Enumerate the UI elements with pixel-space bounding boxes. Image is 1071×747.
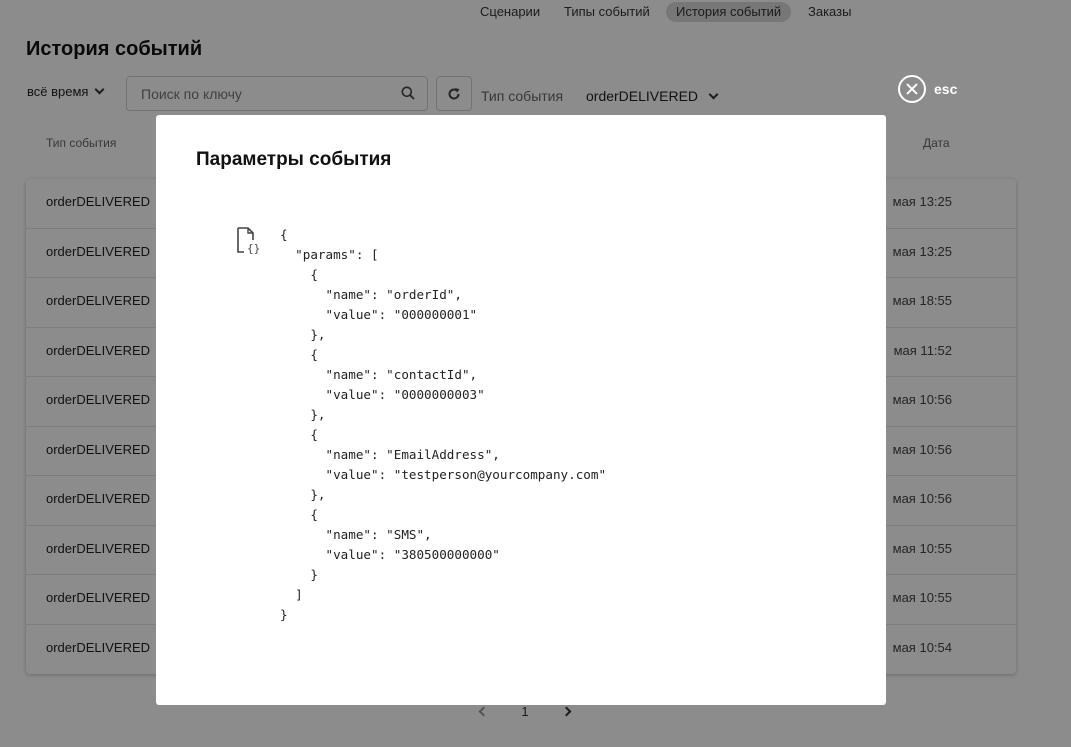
event-params-json: { "params": [ { "name": "orderId", "valu… [280,227,607,622]
event-params-modal: Параметры события {} { "params": [ { "na… [156,115,886,705]
close-label: esc [934,81,958,97]
close-icon [898,75,926,103]
close-modal-button[interactable]: esc [898,75,957,103]
svg-text:{}: {} [247,242,260,255]
json-file-icon: {} [237,227,260,255]
modal-title: Параметры события [196,149,392,170]
